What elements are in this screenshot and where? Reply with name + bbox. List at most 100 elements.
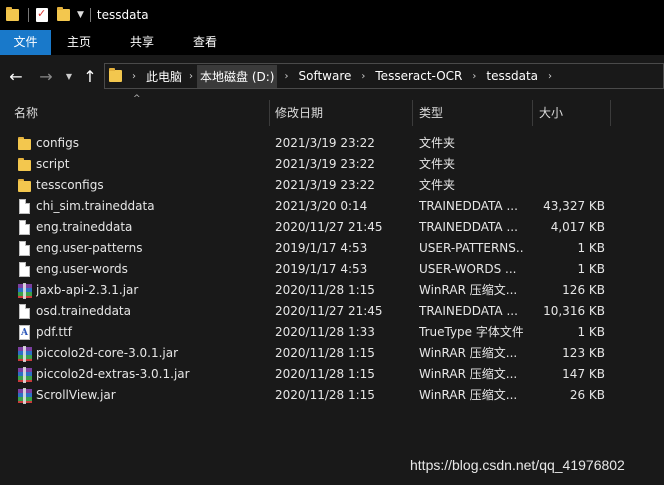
ribbon-tabs: 文件 主页 共享 查看 <box>0 30 664 55</box>
up-arrow-icon[interactable]: ↑ <box>80 67 100 87</box>
forward-arrow-icon[interactable]: → <box>36 67 56 87</box>
file-icon <box>18 304 32 320</box>
column-divider[interactable] <box>412 100 413 126</box>
tab-home[interactable]: 主页 <box>53 30 105 55</box>
file-row[interactable]: configs 2021/3/19 23:22 文件夹 <box>0 133 664 154</box>
file-type: 文件夹 <box>419 136 456 150</box>
file-row[interactable]: eng.user-words 2019/1/17 4:53 USER-WORDS .… <box>0 259 664 280</box>
file-row[interactable]: chi_sim.traineddata 2021/3/20 0:14 TRAINED… <box>0 196 664 217</box>
chevron-right-icon[interactable]: › <box>185 71 197 82</box>
file-date: 2019/1/17 4:53 <box>275 262 368 276</box>
tab-file[interactable]: 文件 <box>0 30 51 55</box>
file-row[interactable]: ScrollView.jar 2020/11/28 1:15 WinRAR 压缩文.… <box>0 385 664 406</box>
file-size <box>535 154 605 175</box>
file-date: 2021/3/19 23:22 <box>275 178 375 192</box>
recent-locations-chevron-icon[interactable]: ▼ <box>63 67 75 87</box>
chevron-right-icon[interactable]: › <box>465 71 483 82</box>
title-bar: ▼ tessdata <box>0 0 664 30</box>
customize-quick-access-icon[interactable]: ▼ <box>77 10 84 20</box>
file-row[interactable]: eng.user-patterns 2019/1/17 4:53 USER-PATT… <box>0 238 664 259</box>
file-name: eng.traineddata <box>36 220 133 234</box>
folder-icon <box>18 178 32 194</box>
file-type: USER-WORDS ... <box>419 262 517 276</box>
file-row[interactable]: osd.traineddata 2020/11/27 21:45 TRAINEDDA… <box>0 301 664 322</box>
navigation-bar: ← → ▼ ↑ › 此电脑 › 本地磁盘 (D:) › Software › T… <box>0 55 664 98</box>
properties-icon[interactable] <box>35 7 51 23</box>
window-title: tessdata <box>96 8 149 22</box>
chevron-right-icon[interactable]: › <box>354 71 372 82</box>
folder-icon <box>18 136 32 152</box>
breadcrumb-software[interactable]: Software <box>295 66 354 86</box>
chevron-right-icon[interactable]: › <box>277 71 295 82</box>
file-size: 1 KB <box>577 241 605 255</box>
file-size: 1 KB <box>577 325 605 339</box>
column-divider[interactable] <box>610 100 611 126</box>
folder-icon <box>109 68 125 84</box>
file-icon <box>18 220 32 236</box>
column-date[interactable]: 修改日期 <box>271 98 411 128</box>
file-type: 文件夹 <box>419 178 456 192</box>
file-type: TRAINEDDATA ... <box>419 199 518 213</box>
tab-share[interactable]: 共享 <box>116 30 168 55</box>
rar-icon <box>18 388 32 404</box>
breadcrumb-local-disk[interactable]: 本地磁盘 (D:) <box>197 64 278 88</box>
file-date: 2021/3/19 23:22 <box>275 136 375 150</box>
file-date: 2020/11/28 1:15 <box>275 346 375 360</box>
column-headers: ^ 名称 修改日期 类型 大小 <box>0 94 664 130</box>
column-divider[interactable] <box>532 100 533 126</box>
file-name: tessconfigs <box>36 178 104 192</box>
file-date: 2019/1/17 4:53 <box>275 241 368 255</box>
file-size: 123 KB <box>562 346 605 360</box>
back-arrow-icon[interactable]: ← <box>6 67 26 87</box>
file-list: configs 2021/3/19 23:22 文件夹 script 2021/3/19… <box>0 133 664 406</box>
file-name: osd.traineddata <box>36 304 131 318</box>
file-row[interactable]: piccolo2d-extras-3.0.1.jar 2020/11/28 1:1… <box>0 364 664 385</box>
folder-icon <box>18 157 32 173</box>
file-date: 2021/3/20 0:14 <box>275 199 368 213</box>
file-row[interactable]: tessconfigs 2021/3/19 23:22 文件夹 <box>0 175 664 196</box>
file-name: chi_sim.traineddata <box>36 199 155 213</box>
file-date: 2020/11/28 1:33 <box>275 325 375 339</box>
font-icon: A <box>18 325 32 341</box>
file-name: eng.user-patterns <box>36 241 143 255</box>
title-separator <box>28 8 29 22</box>
file-date: 2021/3/19 23:22 <box>275 157 375 171</box>
file-name: eng.user-words <box>36 262 128 276</box>
new-folder-icon[interactable] <box>57 7 73 23</box>
file-name: script <box>36 157 70 171</box>
file-type: WinRAR 压缩文... <box>419 346 518 360</box>
file-type: USER-PATTERNS... <box>419 241 523 255</box>
file-size: 4,017 KB <box>550 220 605 234</box>
breadcrumb-tessdata[interactable]: tessdata <box>483 66 541 86</box>
file-date: 2020/11/27 21:45 <box>275 220 383 234</box>
breadcrumb-tesseract-ocr[interactable]: Tesseract-OCR <box>372 66 465 86</box>
chevron-right-icon[interactable]: › <box>541 71 559 82</box>
file-type: 文件夹 <box>419 157 456 171</box>
file-name: pdf.ttf <box>36 325 73 339</box>
breadcrumb-this-pc[interactable]: 此电脑 <box>143 65 185 88</box>
column-divider[interactable] <box>269 100 270 126</box>
file-row[interactable]: piccolo2d-core-3.0.1.jar 2020/11/28 1:15 W… <box>0 343 664 364</box>
file-row[interactable]: jaxb-api-2.3.1.jar 2020/11/28 1:15 WinRAR … <box>0 280 664 301</box>
chevron-right-icon[interactable]: › <box>125 71 143 82</box>
column-size[interactable]: 大小 <box>535 98 607 128</box>
file-name: ScrollView.jar <box>36 388 116 402</box>
watermark: https://blog.csdn.net/qq_41976802 <box>410 457 625 473</box>
tab-view[interactable]: 查看 <box>179 30 231 55</box>
column-name[interactable]: 名称 <box>10 98 268 128</box>
title-separator <box>89 8 91 22</box>
file-row[interactable]: script 2021/3/19 23:22 文件夹 <box>0 154 664 175</box>
file-size: 10,316 KB <box>543 304 605 318</box>
address-bar[interactable]: › 此电脑 › 本地磁盘 (D:) › Software › Tesseract… <box>104 63 664 89</box>
file-type: TRAINEDDATA ... <box>419 220 518 234</box>
folder-icon[interactable] <box>6 7 22 23</box>
column-type[interactable]: 类型 <box>415 98 531 128</box>
file-size <box>535 175 605 196</box>
file-row[interactable]: Apdf.ttf 2020/11/28 1:33 TrueType 字体文件 1 KB <box>0 322 664 343</box>
file-size: 126 KB <box>562 283 605 297</box>
file-icon <box>18 241 32 257</box>
file-size: 147 KB <box>562 367 605 381</box>
file-row[interactable]: eng.traineddata 2020/11/27 21:45 TRAINEDDA… <box>0 217 664 238</box>
file-name: configs <box>36 136 79 150</box>
file-size: 26 KB <box>569 388 605 402</box>
